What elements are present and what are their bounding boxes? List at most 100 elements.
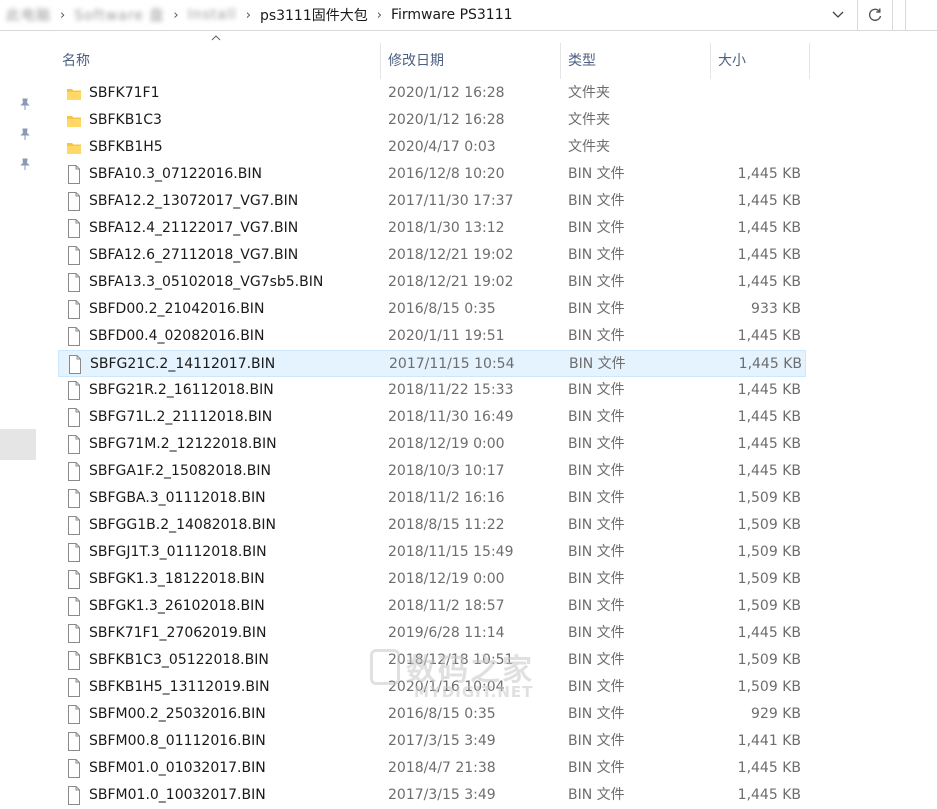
- file-row[interactable]: SBFKB1H5 2020/4/17 0:03 文件夹: [58, 134, 806, 161]
- file-row[interactable]: SBFGA1F.2_15082018.BIN 2018/10/3 10:17 BIN…: [58, 458, 806, 485]
- file-icon: [68, 543, 80, 562]
- file-size: [708, 80, 801, 107]
- file-row[interactable]: SBFGK1.3_26102018.BIN 2018/11/2 18:57 BIN …: [58, 593, 806, 620]
- column-date[interactable]: 修改日期: [381, 41, 561, 79]
- file-date: 2017/3/15 3:49: [388, 733, 496, 749]
- pin-icon[interactable]: [18, 97, 32, 111]
- file-type: BIN 文件: [568, 760, 625, 776]
- file-date: 2020/1/12 16:28: [388, 112, 505, 128]
- file-name: SBFD00.2_21042016.BIN: [89, 301, 265, 317]
- file-type: BIN 文件: [568, 679, 625, 695]
- column-header: 名称 修改日期 类型 大小: [0, 31, 937, 79]
- file-type: BIN 文件: [568, 409, 625, 425]
- file-date: 2018/12/19 0:00: [388, 436, 505, 452]
- file-icon: [68, 381, 80, 400]
- file-name: SBFM00.2_25032016.BIN: [89, 706, 266, 722]
- file-row[interactable]: SBFA12.6_27112018_VG7.BIN 2018/12/21 19:0…: [58, 242, 806, 269]
- breadcrumb-chevron-icon[interactable]: ›: [377, 8, 382, 23]
- file-row[interactable]: SBFG21R.2_16112018.BIN 2018/11/22 15:33 BI…: [58, 377, 806, 404]
- file-date: 2018/12/21 19:02: [388, 247, 514, 263]
- file-name: SBFGG1B.2_14082018.BIN: [89, 517, 277, 533]
- address-history-dropdown[interactable]: [822, 0, 854, 30]
- column-type[interactable]: 类型: [561, 41, 711, 79]
- file-icon: [68, 165, 80, 184]
- file-size: 1,509 KB: [737, 571, 801, 587]
- file-type: 文件夹: [568, 112, 610, 128]
- file-row[interactable]: SBFK71F1_27062019.BIN 2019/6/28 11:14 BIN …: [58, 620, 806, 647]
- file-icon: [68, 678, 80, 697]
- breadcrumb-item-3[interactable]: ps3111固件大包: [260, 5, 368, 25]
- file-row[interactable]: SBFA10.3_07122016.BIN 2016/12/8 10:20 BIN …: [58, 161, 806, 188]
- file-row[interactable]: SBFKB1C3 2020/1/12 16:28 文件夹: [58, 107, 806, 134]
- file-type: BIN 文件: [568, 706, 625, 722]
- file-type: BIN 文件: [568, 571, 625, 587]
- file-row[interactable]: SBFKB1H5_13112019.BIN 2020/1/16 10:04 BIN …: [58, 674, 806, 701]
- file-size: [708, 134, 801, 161]
- breadcrumb-item-1[interactable]: Software 盘: [74, 5, 164, 25]
- file-row[interactable]: SBFA12.2_13072017_VG7.BIN 2017/11/30 17:3…: [58, 188, 806, 215]
- file-row[interactable]: SBFG71M.2_12122018.BIN 2018/12/19 0:00 BIN…: [58, 431, 806, 458]
- refresh-button[interactable]: [857, 0, 893, 30]
- file-type: BIN 文件: [568, 166, 625, 182]
- search-box[interactable]: [905, 0, 937, 30]
- file-date: 2018/11/15 15:49: [388, 544, 514, 560]
- file-size: 1,509 KB: [737, 490, 801, 506]
- file-row[interactable]: SBFGBA.3_01112018.BIN 2018/11/2 16:16 BIN …: [58, 485, 806, 512]
- file-type: BIN 文件: [569, 356, 626, 372]
- file-type: BIN 文件: [568, 301, 625, 317]
- file-type: BIN 文件: [568, 598, 625, 614]
- address-bar[interactable]: 此电脑 › Software 盘 › Install › ps3111固件大包 …: [0, 0, 937, 31]
- file-date: 2017/11/15 10:54: [389, 356, 515, 372]
- breadcrumb-chevron-icon[interactable]: ›: [246, 8, 251, 23]
- file-row[interactable]: SBFG21C.2_14112017.BIN 2017/11/15 10:54 BI…: [58, 350, 806, 377]
- file-row[interactable]: SBFGG1B.2_14082018.BIN 2018/8/15 11:22 BIN…: [58, 512, 806, 539]
- file-name: SBFD00.4_02082016.BIN: [89, 328, 265, 344]
- file-size: 1,509 KB: [737, 598, 801, 614]
- file-date: 2018/12/18 10:51: [388, 652, 514, 668]
- file-size: 1,445 KB: [737, 787, 801, 803]
- file-icon: [68, 570, 80, 589]
- file-date: 2018/4/7 21:38: [388, 760, 496, 776]
- file-date: 2018/12/19 0:00: [388, 571, 505, 587]
- file-size: 1,445 KB: [737, 409, 801, 425]
- file-row[interactable]: SBFA12.4_21122017_VG7.BIN 2018/1/30 13:12…: [58, 215, 806, 242]
- breadcrumb-item-4[interactable]: Firmware PS3111: [391, 7, 513, 23]
- column-date-label: 修改日期: [388, 53, 444, 69]
- file-row[interactable]: SBFA13.3_05102018_VG7sb5.BIN 2018/12/21 1…: [58, 269, 806, 296]
- file-row[interactable]: SBFM00.2_25032016.BIN 2016/8/15 0:35 BIN 文…: [58, 701, 806, 728]
- breadcrumb-chevron-icon[interactable]: ›: [60, 8, 65, 23]
- column-size[interactable]: 大小: [711, 41, 810, 79]
- file-date: 2016/8/15 0:35: [388, 706, 496, 722]
- file-type: BIN 文件: [568, 274, 625, 290]
- file-row[interactable]: SBFM01.0_10032017.BIN 2017/3/15 3:49 BIN 文…: [58, 782, 806, 809]
- file-type: BIN 文件: [568, 382, 625, 398]
- file-size: 1,445 KB: [737, 463, 801, 479]
- breadcrumb-item-2[interactable]: Install: [188, 7, 237, 23]
- file-name: SBFG71M.2_12122018.BIN: [89, 436, 277, 452]
- file-type: BIN 文件: [568, 328, 625, 344]
- file-type: BIN 文件: [568, 733, 625, 749]
- file-row[interactable]: SBFM00.8_01112016.BIN 2017/3/15 3:49 BIN 文…: [58, 728, 806, 755]
- breadcrumb-item-0[interactable]: 此电脑: [6, 5, 51, 25]
- file-row[interactable]: SBFKB1C3_05122018.BIN 2018/12/18 10:51 BIN…: [58, 647, 806, 674]
- file-size: [708, 107, 801, 134]
- file-row[interactable]: SBFK71F1 2020/1/12 16:28 文件夹: [58, 80, 806, 107]
- nav-item-selected[interactable]: [0, 429, 36, 460]
- navigation-pane: [0, 31, 38, 798]
- breadcrumb[interactable]: 此电脑 › Software 盘 › Install › ps3111固件大包 …: [6, 0, 513, 30]
- file-row[interactable]: SBFGJ1T.3_01112018.BIN 2018/11/15 15:49 BI…: [58, 539, 806, 566]
- column-name[interactable]: 名称: [55, 41, 381, 79]
- file-row[interactable]: SBFG71L.2_21112018.BIN 2018/11/30 16:49 BI…: [58, 404, 806, 431]
- file-name: SBFGA1F.2_15082018.BIN: [89, 463, 271, 479]
- file-type: BIN 文件: [568, 652, 625, 668]
- file-row[interactable]: SBFGK1.3_18122018.BIN 2018/12/19 0:00 BIN …: [58, 566, 806, 593]
- pin-icon[interactable]: [18, 157, 32, 171]
- file-row[interactable]: SBFD00.2_21042016.BIN 2016/8/15 0:35 BIN 文…: [58, 296, 806, 323]
- file-icon: [68, 462, 80, 481]
- file-date: 2020/1/12 16:28: [388, 85, 505, 101]
- file-row[interactable]: SBFD00.4_02082016.BIN 2020/1/11 19:51 BIN …: [58, 323, 806, 350]
- file-name: SBFA10.3_07122016.BIN: [89, 166, 262, 182]
- file-row[interactable]: SBFM01.0_01032017.BIN 2018/4/7 21:38 BIN 文…: [58, 755, 806, 782]
- breadcrumb-chevron-icon[interactable]: ›: [173, 8, 178, 23]
- pin-icon[interactable]: [18, 127, 32, 141]
